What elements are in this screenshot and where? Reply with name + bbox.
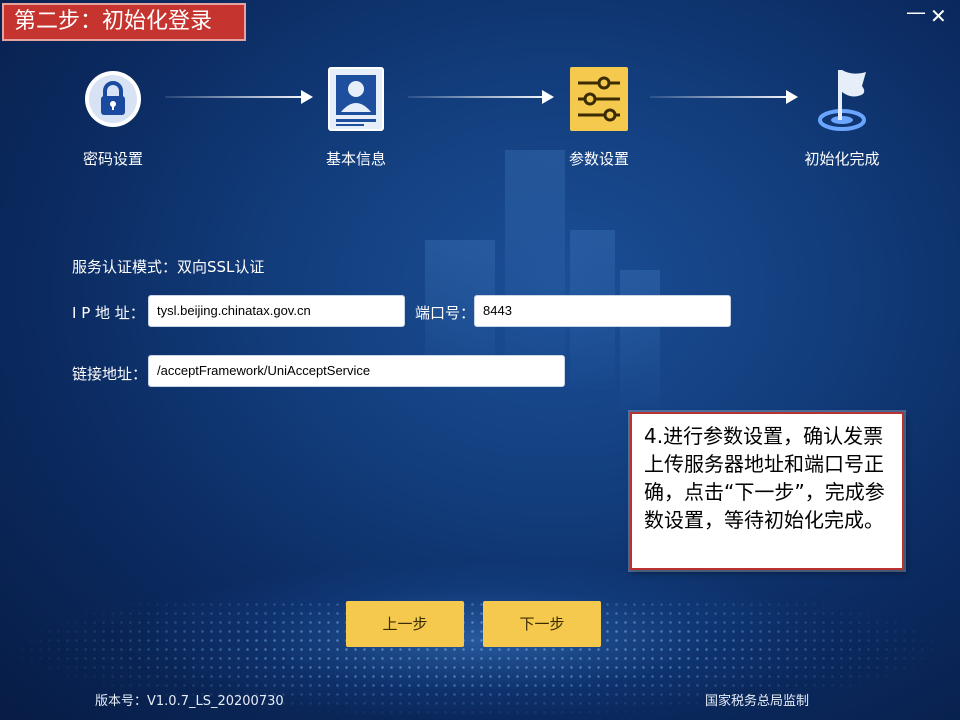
instruction-callout: 4.进行参数设置，确认发票上传服务器地址和端口号正确，点击“下一步”，完成参数设… [630, 412, 904, 570]
port-label: 端口号： [415, 304, 476, 322]
step-label: 密码设置 [82, 150, 143, 168]
supervisor-text: 国家税务总局监制 [705, 694, 810, 709]
step-label: 初始化完成 [804, 150, 880, 168]
port-input[interactable]: 8443 [474, 295, 731, 327]
step-arrow [650, 90, 798, 104]
auth-mode-text: 服务认证模式：双向SSL认证 [72, 258, 265, 276]
version-text: 版本号：V1.0.7_LS_20200730 [95, 694, 284, 709]
minimize-button[interactable]: — [906, 2, 926, 22]
step-complete: 初始化完成 [782, 66, 902, 169]
step-password: 密码设置 [53, 66, 173, 169]
lock-icon [85, 71, 141, 127]
link-label: 链接地址： [72, 365, 148, 383]
ip-address-input[interactable]: tysl.beijing.chinatax.gov.cn [148, 295, 405, 327]
step-label: 基本信息 [325, 150, 386, 168]
flag-icon [818, 70, 866, 131]
step-label: 参数设置 [568, 150, 629, 168]
id-card-icon [328, 67, 384, 131]
next-step-button[interactable]: 下一步 [483, 601, 601, 647]
step-parameters: 参数设置 [539, 66, 659, 169]
step-basic-info: 基本信息 [296, 66, 416, 169]
ip-label: I P 地 址： [72, 304, 145, 322]
step-arrow [408, 90, 554, 104]
page-title: 第二步：初始化登录 [2, 3, 246, 41]
link-address-input[interactable]: /acceptFramework/UniAcceptService [148, 355, 565, 387]
close-button[interactable]: ✕ [930, 6, 947, 26]
step-arrow [165, 90, 313, 104]
prev-step-button[interactable]: 上一步 [346, 601, 464, 647]
sliders-icon [570, 67, 628, 131]
